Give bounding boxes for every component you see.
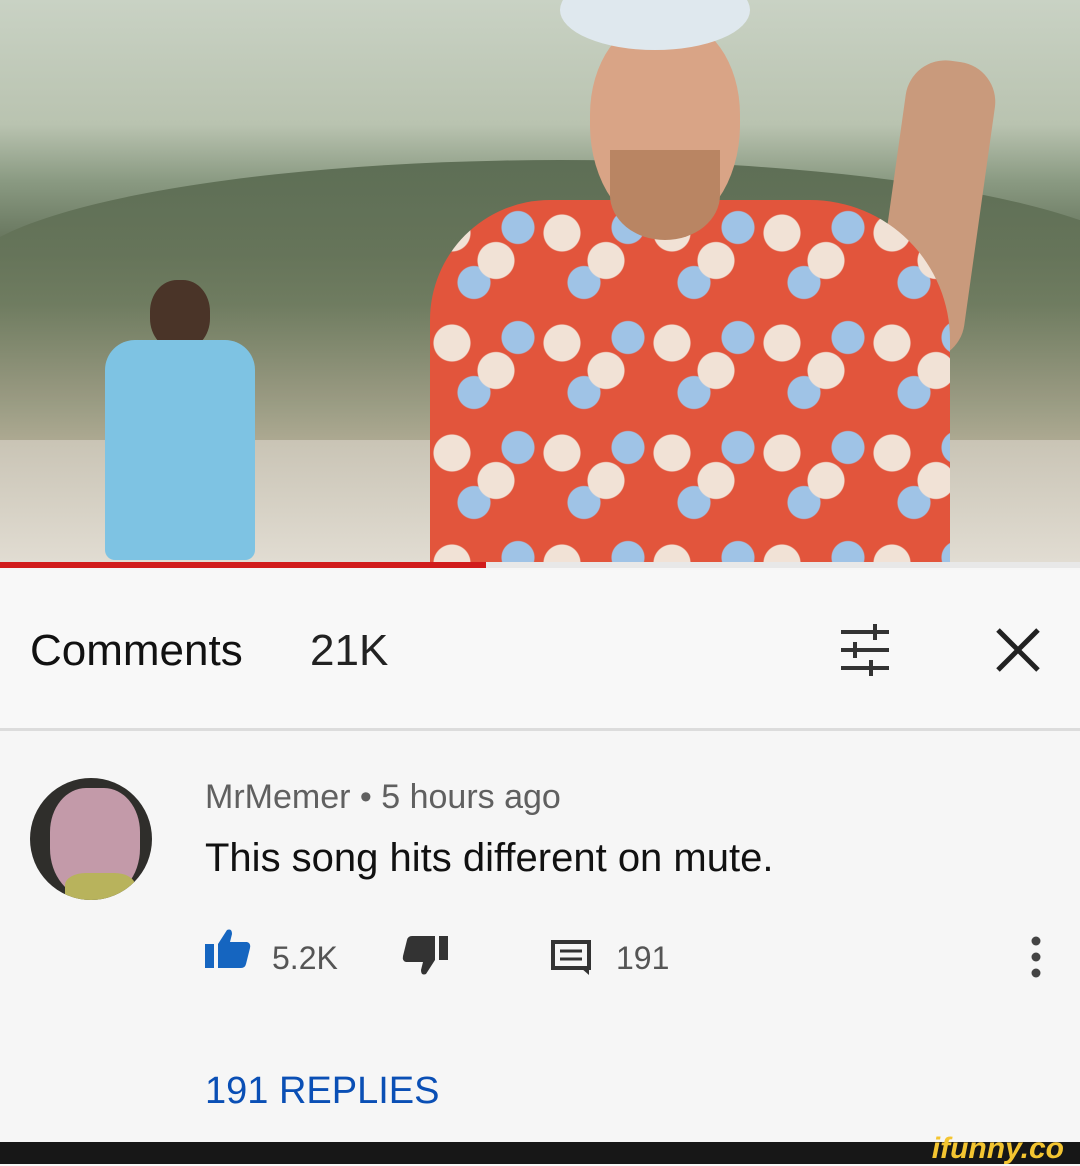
sort-filter-icon[interactable] bbox=[835, 620, 895, 680]
avatar[interactable] bbox=[30, 778, 152, 900]
watermark-bar bbox=[0, 1142, 1080, 1164]
close-icon[interactable] bbox=[988, 620, 1048, 680]
comments-count: 21K bbox=[310, 626, 389, 675]
watermark-logo: ifunny.co bbox=[931, 1132, 1064, 1165]
video-progress-bar[interactable] bbox=[0, 562, 1080, 568]
video-background-person bbox=[80, 280, 255, 560]
video-player[interactable] bbox=[0, 0, 1080, 566]
comment-meta: MrMemer • 5 hours ago bbox=[205, 778, 561, 817]
thumbs-up-icon[interactable] bbox=[205, 928, 251, 968]
comment-author[interactable]: MrMemer bbox=[205, 778, 350, 816]
comment-time: 5 hours ago bbox=[381, 778, 561, 816]
view-replies-link[interactable]: 191 REPLIES bbox=[205, 1070, 439, 1113]
meta-separator: • bbox=[350, 778, 382, 816]
video-progress-fill bbox=[0, 562, 486, 568]
video-main-person bbox=[420, 0, 1001, 566]
comments-title: Comments bbox=[30, 626, 243, 675]
more-vertical-icon[interactable] bbox=[1030, 935, 1042, 979]
thumbs-down-icon[interactable] bbox=[402, 936, 448, 976]
comment-text: This song hits different on mute. bbox=[205, 836, 774, 880]
reply-count: 191 bbox=[616, 940, 670, 976]
like-count: 5.2K bbox=[272, 940, 338, 976]
header-divider bbox=[0, 728, 1080, 731]
comment-icon[interactable] bbox=[551, 940, 591, 976]
